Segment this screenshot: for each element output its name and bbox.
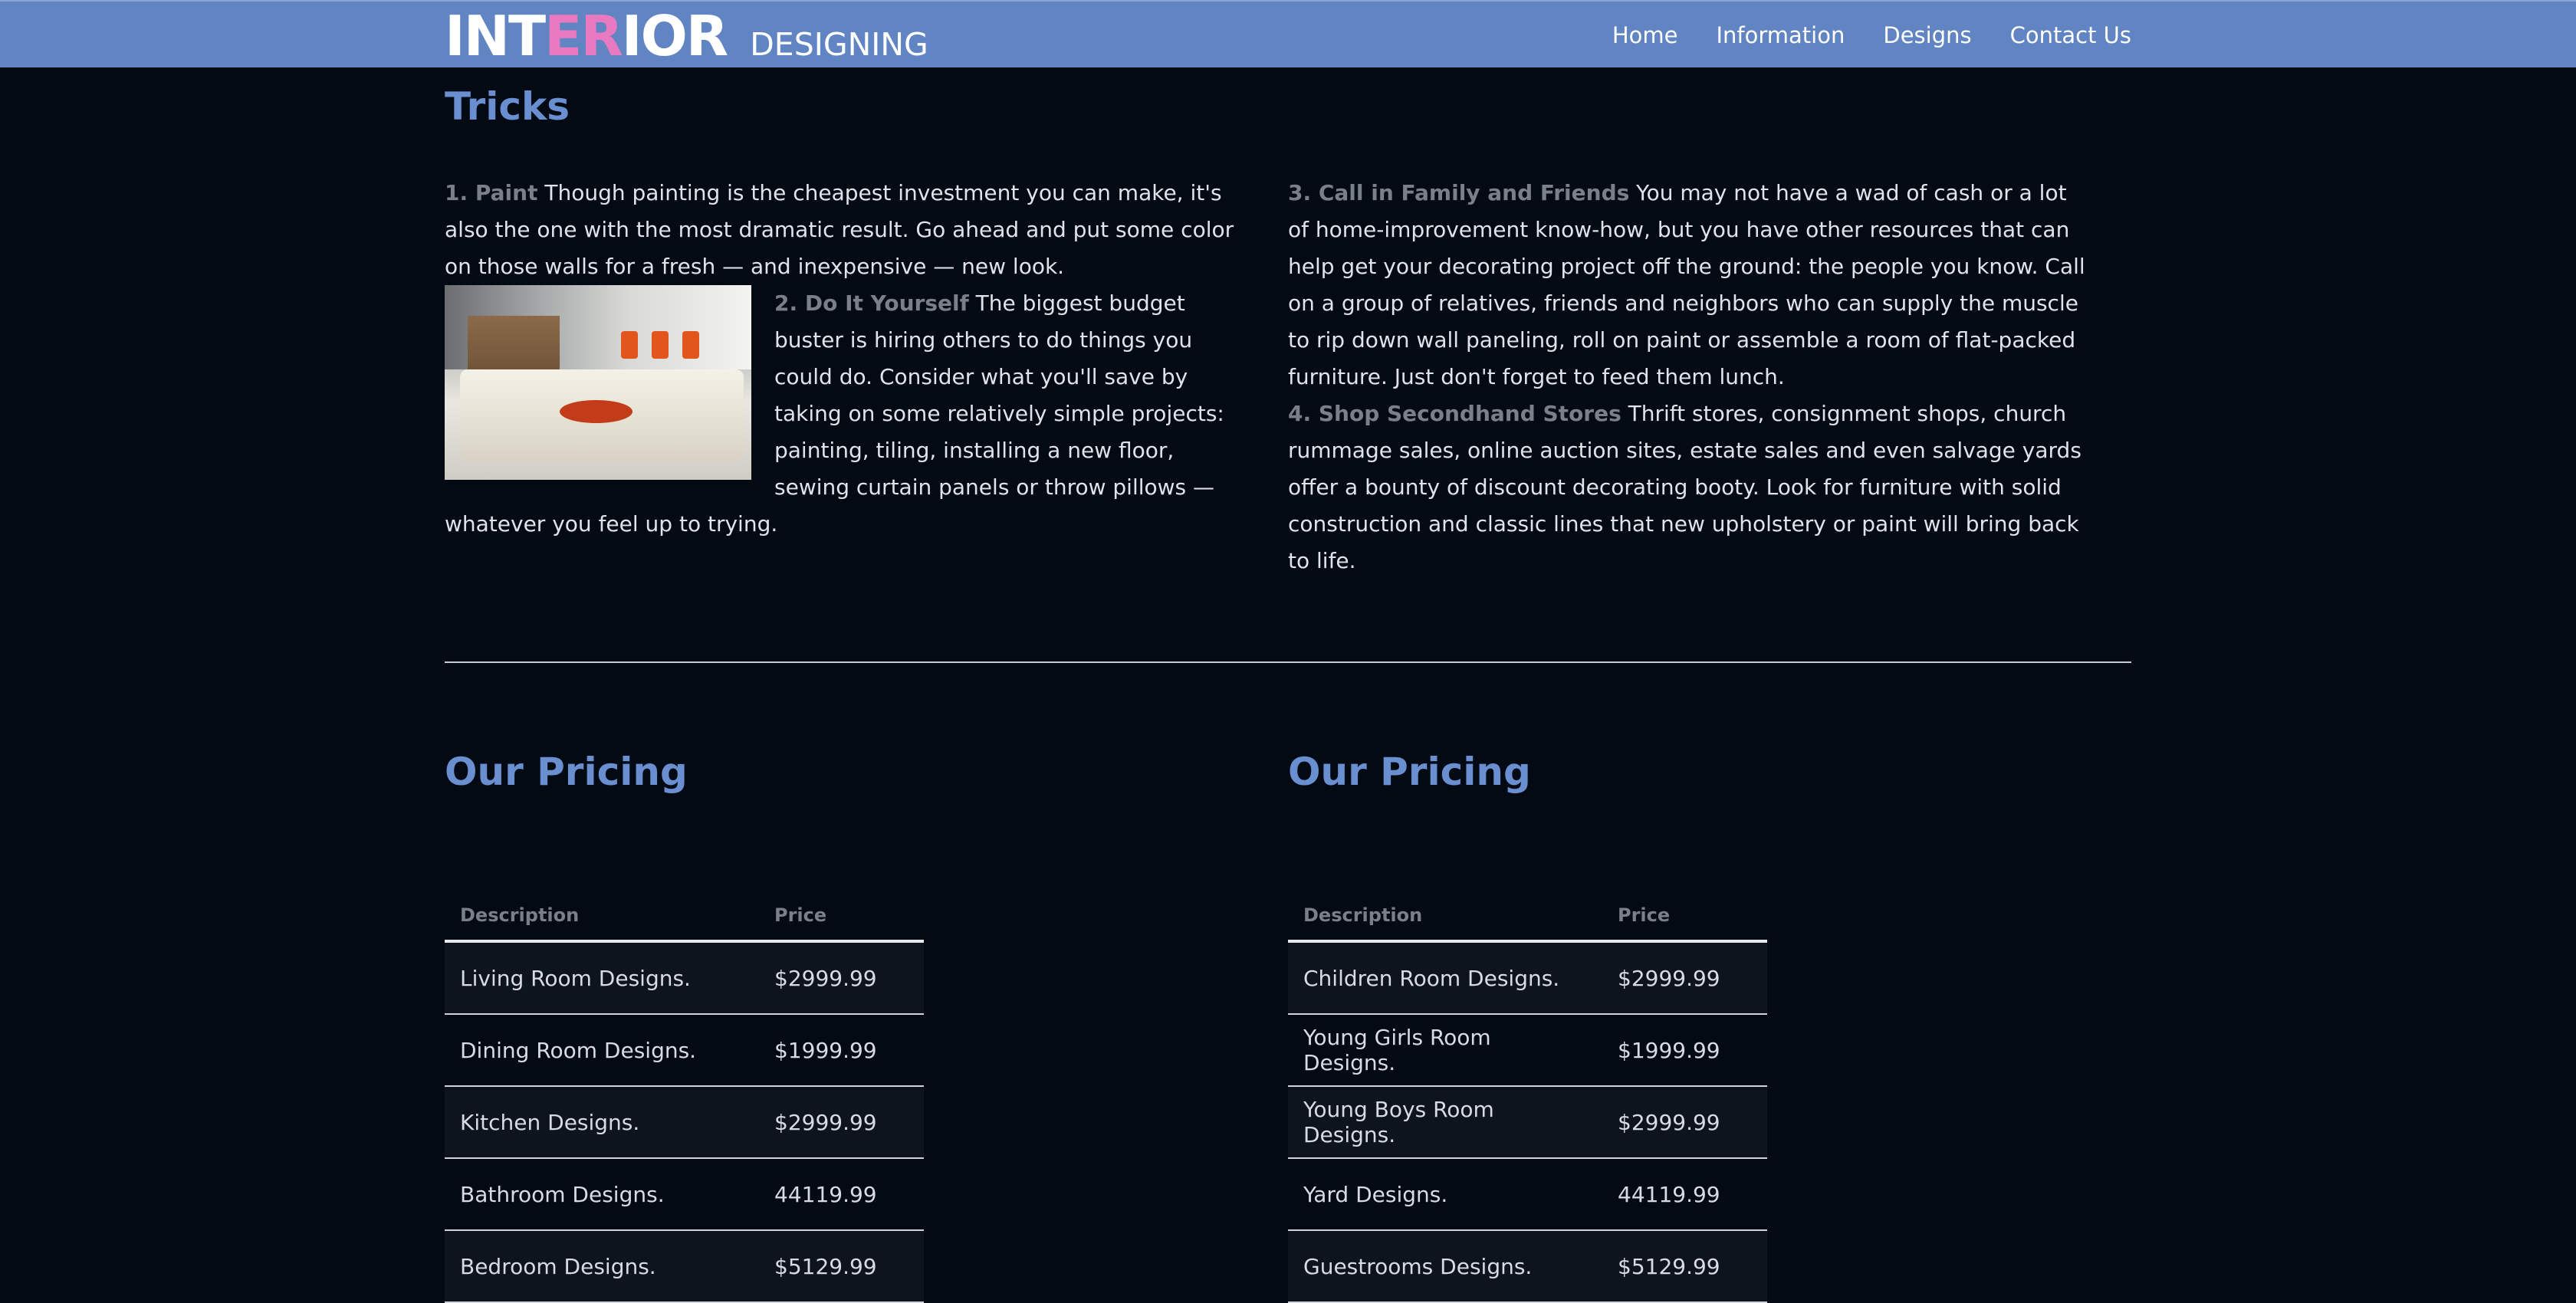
trick-label: 4. Shop Secondhand Stores [1288,401,1622,426]
brand-part-3: IOR [621,4,728,68]
nav-contact-us[interactable]: Contact Us [2010,22,2131,48]
row-price: 44119.99 [759,1158,924,1231]
row-price: $1999.99 [1602,1014,1767,1087]
table-row: Kitchen Designs. $2999.99 [445,1086,924,1159]
row-description: Young Boys Room Designs. [1288,1086,1602,1159]
brand-logo[interactable]: INTERIOR DESIGNING [445,8,928,64]
table-row: Bathroom Designs. 44119.99 [445,1158,924,1231]
row-price: $2999.99 [1602,1086,1767,1159]
table-row: Young Girls Room Designs. $1999.99 [1288,1014,1767,1087]
table-row: Dining Room Designs. $1999.99 [445,1014,924,1087]
col-description: Description [445,895,759,943]
brand-subtitle: DESIGNING [750,26,928,63]
row-description: Guestrooms Designs. [1288,1230,1602,1303]
table-row: Guestrooms Designs. $5129.99 [1288,1230,1767,1303]
row-description: Yard Designs. [1288,1158,1602,1231]
brand-part-1: INT [445,4,546,68]
col-description: Description [1288,895,1602,943]
table-row: Living Room Designs. $2999.99 [445,941,924,1015]
row-description: Living Room Designs. [445,941,759,1015]
living-room-image [445,285,751,480]
row-description: Young Girls Room Designs. [1288,1014,1602,1087]
pricing-heading-left: Our Pricing [445,750,688,794]
row-price: $5129.99 [1602,1230,1767,1303]
row-description: Dining Room Designs. [445,1014,759,1087]
trick-text: You may not have a wad of cash or a lot … [1288,180,2085,389]
tricks-heading: Tricks [445,84,570,129]
pricing-table-left: Description Price Living Room Designs. $2… [445,895,924,1303]
pricing-table-right: Description Price Children Room Designs.… [1288,895,1767,1303]
row-description: Children Room Designs. [1288,941,1602,1015]
trick-label: 3. Call in Family and Friends [1288,180,1630,205]
row-description: Kitchen Designs. [445,1086,759,1159]
top-navbar: INTERIOR DESIGNING Home Information Desi… [0,0,2576,67]
row-price: $1999.99 [759,1014,924,1087]
table-row: Bedroom Designs. $5129.99 [445,1230,924,1303]
trick-label: 1. Paint [445,180,538,205]
brand-part-2: ER [544,4,623,68]
row-price: $2999.99 [759,941,924,1015]
trick-text: Though painting is the cheapest investme… [445,180,1234,279]
table-header-row: Description Price [445,895,924,943]
table-row: Children Room Designs. $2999.99 [1288,941,1767,1015]
row-description: Bathroom Designs. [445,1158,759,1231]
tricks-left-column: 1. Paint Though painting is the cheapest… [445,175,1242,543]
row-price: 44119.99 [1602,1158,1767,1231]
row-description: Bedroom Designs. [445,1230,759,1303]
trick-paint: 1. Paint Though painting is the cheapest… [445,175,1242,285]
col-price: Price [759,895,924,943]
trick-label: 2. Do It Yourself [774,290,969,316]
pricing-heading-right: Our Pricing [1288,750,1531,794]
table-row: Young Boys Room Designs. $2999.99 [1288,1086,1767,1159]
table-header-row: Description Price [1288,895,1767,943]
trick-family-friends: 3. Call in Family and Friends You may no… [1288,175,2085,395]
table-row: Yard Designs. 44119.99 [1288,1158,1767,1231]
nav-information[interactable]: Information [1716,22,1845,48]
section-divider [445,661,2131,663]
row-price: $5129.99 [759,1230,924,1303]
nav-designs[interactable]: Designs [1883,22,1971,48]
row-price: $2999.99 [1602,941,1767,1015]
tricks-right-column: 3. Call in Family and Friends You may no… [1288,175,2085,579]
main-nav: Home Information Designs Contact Us [1612,2,2131,69]
nav-home[interactable]: Home [1612,22,1678,48]
col-price: Price [1602,895,1767,943]
trick-text: Thrift stores, consignment shops, church… [1288,401,2082,573]
brand-name: INTERIOR [445,8,728,64]
row-price: $2999.99 [759,1086,924,1159]
trick-secondhand: 4. Shop Secondhand Stores Thrift stores,… [1288,395,2085,579]
